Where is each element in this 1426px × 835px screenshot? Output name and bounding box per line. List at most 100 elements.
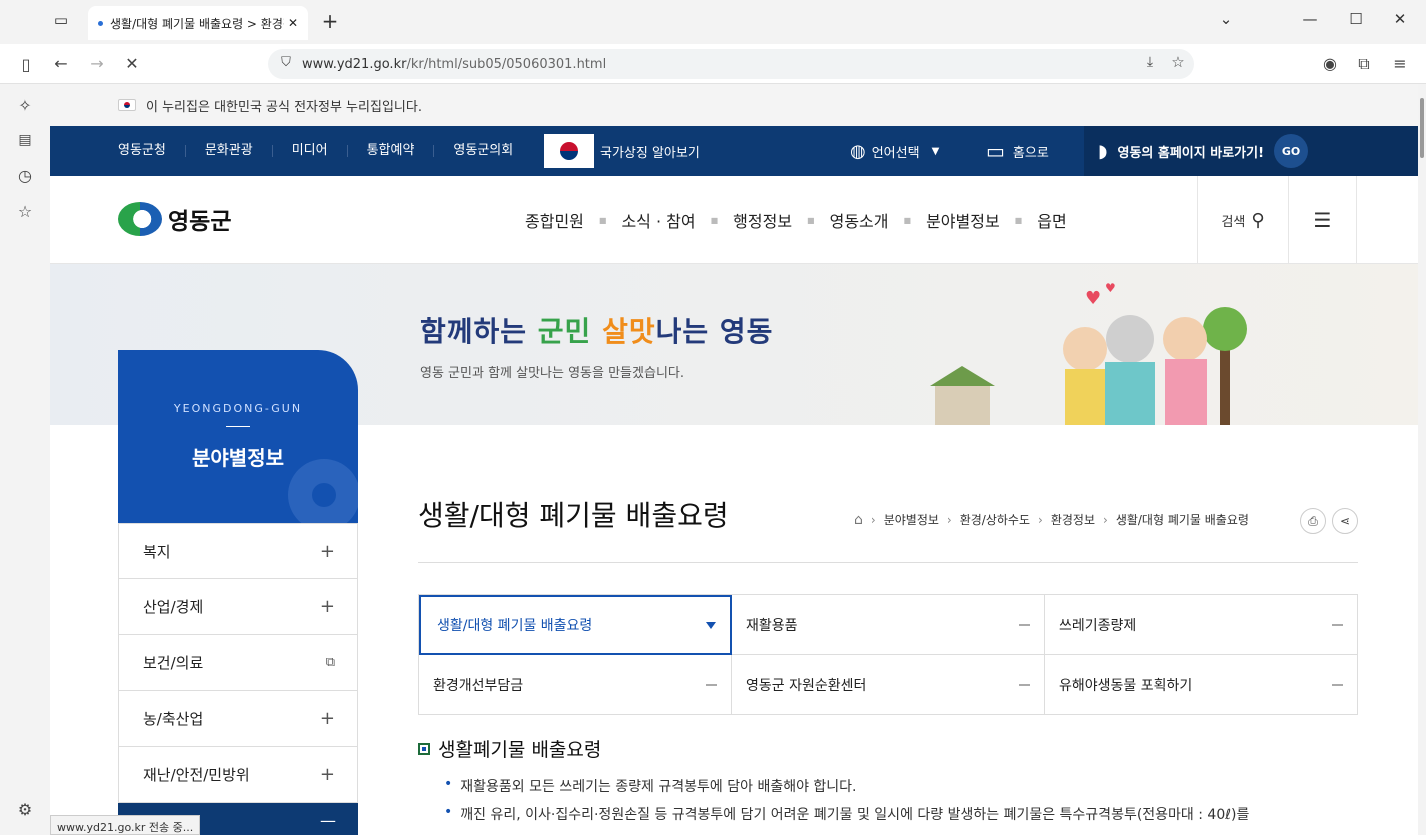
side-menu-item[interactable]: 재난/안전/민방위 + [118, 747, 358, 803]
side-menu-item-label: 농/축산업 [143, 710, 204, 728]
tab-label: 환경개선부담금 [433, 677, 524, 694]
gov-notice-text: 이 누리집은 대한민국 공식 전자정부 누리집입니다. [146, 99, 422, 115]
close-tab-icon[interactable]: ✕ [288, 16, 298, 30]
print-icon: ⎙ [1308, 513, 1318, 528]
tab-label: 재활용품 [746, 617, 798, 634]
flower-emblem-icon [288, 459, 358, 523]
list-item: • 깨진 유리, 이사·집수리·정원손질 등 규격봉투에 담기 어려운 폐기물 … [444, 804, 1249, 824]
side-menu-item-label: 산업/경제 [143, 598, 204, 616]
slogan-part: 함께하는 [420, 315, 538, 348]
side-menu-item[interactable]: 보건/의료 ⧉ [118, 635, 358, 691]
share-button[interactable]: ⋖ [1332, 508, 1358, 534]
print-button[interactable]: ⎙ [1300, 508, 1326, 534]
banner-slogan: 함께하는 군민 살맛나는 영동 [420, 310, 773, 350]
scrollbar-thumb[interactable] [1420, 98, 1424, 158]
side-menu-item[interactable]: 산업/경제 + [118, 579, 358, 635]
browser-menu-icon[interactable]: ≡ [1388, 54, 1412, 73]
search-icon: ⚲ [1251, 209, 1265, 231]
maximize-icon[interactable]: ☐ [1344, 10, 1368, 28]
topnav-link[interactable]: 문화관광 [186, 144, 273, 157]
tab-groups-icon[interactable]: ▭ [49, 11, 73, 29]
collections-icon[interactable]: ▤ [13, 132, 37, 148]
mouse-icon: ◗ [1098, 140, 1108, 162]
topnav-link[interactable]: 영동군의회 [434, 144, 532, 157]
minimize-icon[interactable]: — [1298, 10, 1322, 28]
forward-icon[interactable]: → [85, 54, 109, 73]
browser-tab[interactable]: 생활/대형 폐기물 배출요령 > 환경정보 ✕ [88, 6, 308, 40]
tab-list-chevron-icon[interactable]: ⌄ [1214, 10, 1238, 28]
side-menu-item[interactable]: 복지 + [118, 523, 358, 579]
copilot-icon[interactable]: ✧ [13, 96, 37, 115]
breadcrumb-item[interactable]: 환경/상하수도 [960, 511, 1030, 528]
sidebar-toggle-icon[interactable]: ▯ [14, 55, 38, 74]
side-menu-item[interactable]: 농/축산업 + [118, 691, 358, 747]
new-tab-icon[interactable]: + [318, 9, 342, 33]
breadcrumb-item[interactable]: 환경정보 [1051, 511, 1095, 528]
settings-gear-icon[interactable]: ⚙ [13, 800, 37, 819]
side-menu: YEONGDONG-GUN 분야별정보 복지 + 산업/경제 + 보건/의료 ⧉… [118, 350, 358, 835]
family-site-links: 영동군청 문화관광 미디어 통합예약 영동군의회 [118, 126, 532, 176]
search-label: 검색 [1221, 214, 1246, 230]
minus-icon: — [320, 811, 336, 830]
loading-dot-icon [98, 20, 103, 26]
site-info-icon[interactable]: ⛉ [274, 55, 298, 70]
dash-icon [1019, 683, 1030, 686]
close-window-icon[interactable]: ✕ [1388, 10, 1412, 28]
plus-icon: + [319, 540, 335, 562]
main-header: 영동군 종합민원 ■ 소식 · 참여 ■ 행정정보 ■ 영동소개 ■ 분야별정보 ■ 읍면… [50, 176, 1418, 264]
extensions-icon[interactable]: ⧉ [1352, 54, 1376, 74]
tab-env-charge[interactable]: 환경개선부담금 [419, 655, 732, 715]
korea-flag-icon [118, 99, 136, 111]
topnav-link[interactable]: 통합예약 [348, 144, 435, 157]
status-bar: www.yd21.go.kr 전송 중... [50, 815, 201, 835]
slogan-part: 군민 [537, 315, 603, 348]
stop-loading-icon[interactable]: ✕ [120, 54, 144, 73]
section-bullet-icon [418, 742, 430, 755]
all-menu-button[interactable]: ☰ [1289, 176, 1357, 264]
gnb-item[interactable]: 소식 · 참여 [606, 208, 710, 232]
favorites-star-icon[interactable]: ☆ [13, 202, 37, 221]
tab-label: 영동군 자원순환센터 [746, 677, 867, 694]
page-scrollbar[interactable] [1418, 84, 1426, 835]
gnb-item[interactable]: 분야별정보 [911, 208, 1015, 232]
profile-icon[interactable]: ◉ [1318, 54, 1342, 73]
tab-wildlife-capture[interactable]: 유해야생동물 포획하기 [1045, 655, 1358, 715]
back-icon[interactable]: ← [49, 54, 73, 73]
tab-waste-disposal[interactable]: 생활/대형 폐기물 배출요령 [419, 595, 732, 655]
list-item: • 재활용품외 모든 쓰레기는 종량제 규격봉투에 담아 배출해야 합니다. [444, 776, 857, 796]
tab-recycling-center[interactable]: 영동군 자원순환센터 [732, 655, 1045, 715]
install-app-icon[interactable]: ⤓ [1138, 54, 1162, 70]
site-logo[interactable]: 영동군 [118, 202, 231, 236]
gnb-item[interactable]: 읍면 [1022, 208, 1081, 232]
homepage-shortcut[interactable]: ◗ 영동의 홈페이지 바로가기! GO [1084, 126, 1418, 176]
home-link[interactable]: ▭ 홈으로 [986, 126, 1049, 176]
caret-down-icon: ▼ [931, 145, 940, 157]
address-bar[interactable]: ⛉ www.yd21.go.kr/kr/html/sub05/05060301.… [268, 49, 1194, 79]
history-icon[interactable]: ◷ [13, 166, 37, 185]
search-button[interactable]: 검색 ⚲ [1197, 176, 1289, 264]
gnb-menu: 종합민원 ■ 소식 · 참여 ■ 행정정보 ■ 영동소개 ■ 분야별정보 ■ 읍면 [510, 176, 1082, 264]
home-label: 홈으로 [1012, 145, 1049, 161]
breadcrumb: ⌂ › 분야별정보 › 환경/상하수도 › 환경정보 › 생활/대형 폐기물 배… [854, 511, 1249, 528]
tab-recycling[interactable]: 재활용품 [732, 595, 1045, 655]
gnb-item[interactable]: 행정정보 [718, 208, 807, 232]
gnb-item[interactable]: 종합민원 [510, 208, 599, 232]
topnav-link[interactable]: 미디어 [273, 144, 348, 157]
national-symbol-link[interactable]: 국가상징 알아보기 [544, 134, 700, 168]
url-path: /kr/html/sub05/05060301.html [406, 56, 607, 72]
list-item-text: 재활용품외 모든 쓰레기는 종량제 규격봉투에 담아 배출해야 합니다. [460, 779, 857, 795]
gnb-item[interactable]: 영동소개 [815, 208, 904, 232]
divider [226, 426, 250, 427]
breadcrumb-item[interactable]: 생활/대형 폐기물 배출요령 [1116, 511, 1249, 528]
banner-illustration: ♥ ♥ [930, 281, 1247, 425]
tab-title: 생활/대형 폐기물 배출요령 > 환경정보 [110, 16, 284, 31]
home-icon[interactable]: ⌂ [854, 512, 863, 528]
web-page: 이 누리집은 대한민국 공식 전자정부 누리집입니다. 영동군청 문화관광 미디… [50, 84, 1418, 835]
dash-icon [1332, 683, 1343, 686]
breadcrumb-item[interactable]: 분야별정보 [884, 511, 939, 528]
go-button[interactable]: GO [1274, 134, 1309, 168]
language-select[interactable]: ◍ 언어선택 ▼ [850, 126, 939, 176]
tab-volume-based-fee[interactable]: 쓰레기종량제 [1045, 595, 1358, 655]
topnav-link[interactable]: 영동군청 [118, 144, 186, 157]
bookmark-star-icon[interactable]: ☆ [1166, 53, 1190, 71]
